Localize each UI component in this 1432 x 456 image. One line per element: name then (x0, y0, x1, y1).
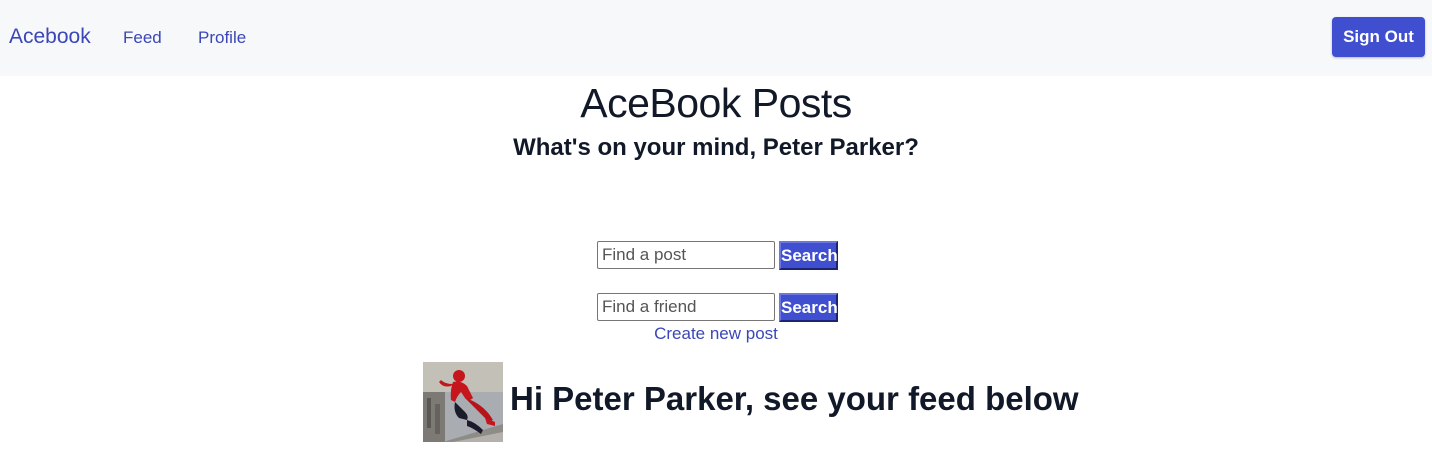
spiderman-avatar-image (423, 362, 503, 442)
create-post-container: Create new post (0, 323, 1432, 345)
top-navbar: Acebook Feed Profile Sign Out (0, 0, 1432, 76)
post-search-input[interactable] (597, 241, 775, 269)
sign-out-button[interactable]: Sign Out (1332, 17, 1425, 57)
avatar (423, 362, 503, 442)
friend-search-input[interactable] (597, 293, 775, 321)
nav-link-profile[interactable]: Profile (198, 27, 246, 49)
brand-link[interactable]: Acebook (9, 24, 91, 50)
page-title: AceBook Posts (580, 80, 852, 126)
nav-link-feed[interactable]: Feed (123, 27, 162, 49)
friend-search-button[interactable]: Search (779, 293, 838, 322)
post-search-button[interactable]: Search (779, 241, 838, 270)
feed-heading: Hi Peter Parker, see your feed below (510, 380, 1079, 417)
create-post-link[interactable]: Create new post (654, 324, 778, 343)
page-subtitle: What's on your mind, Peter Parker? (513, 134, 919, 161)
